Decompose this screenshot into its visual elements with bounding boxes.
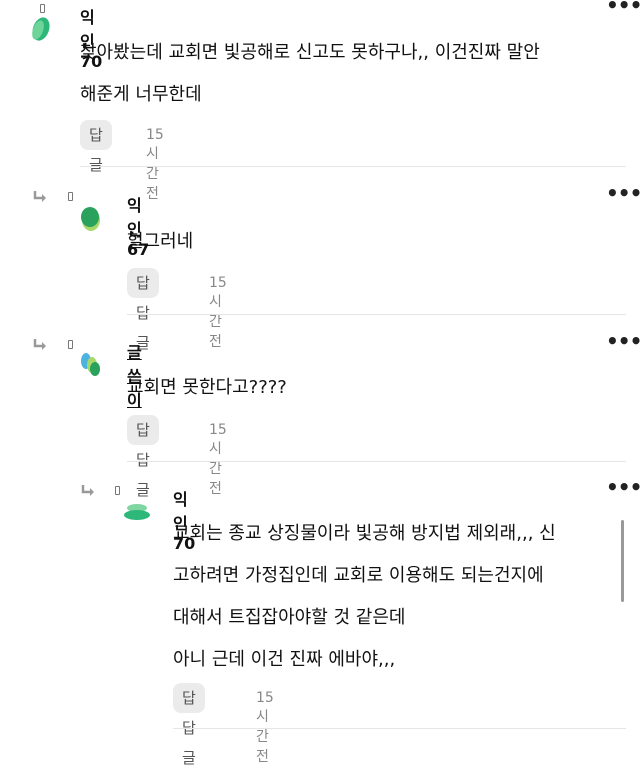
comment-text-line: 헐그러네 — [127, 231, 194, 252]
avatar[interactable] — [28, 14, 54, 44]
comment-text-line: 찾아봤는데 교회면 빛공해로 신고도 못하구나,, 이건진짜 말안 — [80, 42, 540, 63]
divider — [127, 461, 626, 462]
reply-button[interactable]: 답답글 — [173, 683, 205, 767]
tick-icon — [68, 192, 73, 201]
more-options-icon[interactable]: ••• — [606, 183, 640, 203]
reply-arrow-icon — [33, 339, 46, 350]
reply-arrow-icon — [81, 485, 94, 496]
scrollbar[interactable] — [621, 520, 624, 602]
comment-text-line: 교회면 못한다고???? — [127, 377, 287, 398]
avatar[interactable] — [122, 500, 152, 524]
divider — [173, 728, 626, 729]
timestamp: 15시간전 — [209, 275, 227, 350]
more-options-icon[interactable]: ••• — [606, 331, 640, 351]
comment-text-line: 교회는 종교 상징물이라 빛공해 방지법 제외래,,, 신 — [173, 523, 556, 544]
tick-icon — [68, 340, 73, 349]
reply-arrow-icon — [33, 191, 46, 202]
reply-button[interactable]: 답글 — [80, 120, 112, 174]
comment-text-line: 고하려면 가정집인데 교회로 이용해도 되는건지에 — [173, 565, 544, 586]
timestamp: 15시간전 — [209, 422, 227, 497]
tick-icon — [40, 4, 45, 13]
more-options-icon[interactable]: ••• — [606, 0, 640, 15]
reply-button[interactable]: 답답글 — [127, 268, 159, 352]
comment-text-line: 아니 근데 이건 진짜 에바야,,, — [173, 649, 396, 670]
comment-text-line: 대해서 트집잡아야할 것 같은데 — [173, 607, 406, 628]
divider — [80, 166, 626, 167]
tick-icon — [115, 486, 120, 495]
reply-button[interactable]: 답답글 — [127, 415, 159, 499]
divider — [127, 314, 626, 315]
avatar[interactable] — [78, 350, 104, 380]
comment-text-line: 해준게 너무한데 — [80, 84, 202, 105]
more-options-icon[interactable]: ••• — [606, 477, 640, 497]
avatar[interactable] — [78, 204, 104, 234]
